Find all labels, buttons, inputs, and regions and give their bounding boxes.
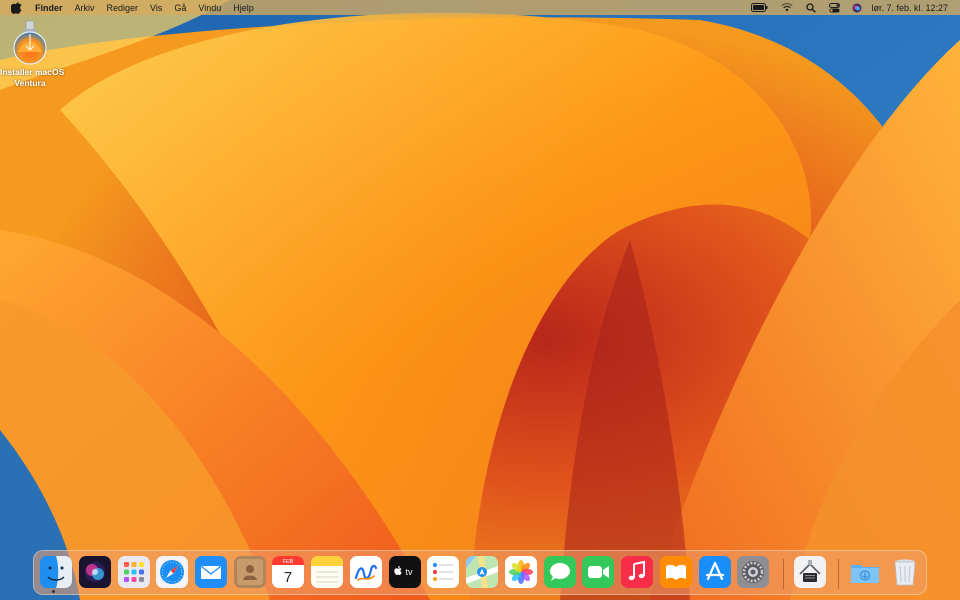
dock-launchpad-icon[interactable] xyxy=(118,556,150,588)
dock-siri-icon[interactable] xyxy=(79,556,111,588)
battery-icon[interactable] xyxy=(751,3,768,12)
control-center-icon[interactable] xyxy=(829,2,841,13)
dock: FEB 7 tv xyxy=(33,550,927,595)
desktop-wallpaper xyxy=(0,0,960,600)
dock-freeform-icon[interactable] xyxy=(350,556,382,588)
dock-notes-icon[interactable] xyxy=(311,556,343,588)
dock-mail-icon[interactable] xyxy=(195,556,227,588)
menu-ga[interactable]: Gå xyxy=(174,3,186,13)
desktop-item-installer[interactable]: Installer macOS Ventura xyxy=(0,20,65,89)
dock-contacts-icon[interactable] xyxy=(234,556,266,588)
menu-vis[interactable]: Vis xyxy=(150,3,162,13)
menu-hjelp[interactable]: Hjelp xyxy=(233,3,254,13)
dock-finder-icon[interactable] xyxy=(40,556,72,588)
installer-label: Installer macOS Ventura xyxy=(0,67,65,88)
status-area: lør. 7. feb. kl. 12:27 xyxy=(740,0,948,15)
calendar-day-label: 7 xyxy=(284,569,292,586)
installer-app-icon xyxy=(12,20,48,66)
dock-photos-icon[interactable] xyxy=(505,556,537,588)
finder-running-indicator xyxy=(52,590,55,593)
dock-appstore-icon[interactable] xyxy=(699,556,731,588)
dock-downloads-folder-icon[interactable] xyxy=(849,556,881,588)
dock-appletv-icon[interactable]: tv xyxy=(389,556,421,588)
dock-reminders-icon[interactable] xyxy=(427,556,459,588)
dock-system-settings-icon[interactable] xyxy=(737,556,769,588)
dock-safari-icon[interactable] xyxy=(156,556,188,588)
dock-calendar-icon[interactable]: FEB 7 xyxy=(272,556,304,588)
apple-menu-icon[interactable] xyxy=(11,1,23,14)
menu-arkiv[interactable]: Arkiv xyxy=(75,3,95,13)
menu-finder[interactable]: Finder xyxy=(35,3,63,13)
calendar-month-label: FEB xyxy=(283,559,294,565)
dock-installer-icon[interactable] xyxy=(794,556,826,588)
wifi-icon[interactable] xyxy=(781,3,794,12)
dock-divider-2 xyxy=(838,559,839,589)
appletv-label: tv xyxy=(405,567,413,577)
siri-icon[interactable] xyxy=(852,3,862,13)
dock-messages-icon[interactable] xyxy=(544,556,576,588)
menu-clock[interactable]: lør. 7. feb. kl. 12:27 xyxy=(871,3,948,13)
spotlight-search-icon[interactable] xyxy=(806,2,817,13)
dock-maps-icon[interactable] xyxy=(466,556,498,588)
dock-divider xyxy=(783,559,784,589)
dock-books-icon[interactable] xyxy=(660,556,692,588)
dock-music-icon[interactable] xyxy=(621,556,653,588)
menu-bar: Finder Arkiv Rediger Vis Gå Vindu Hjelp … xyxy=(0,0,960,15)
dock-facetime-icon[interactable] xyxy=(582,556,614,588)
menu-vindu[interactable]: Vindu xyxy=(198,3,221,13)
dock-trash-icon[interactable] xyxy=(889,556,921,588)
menu-rediger[interactable]: Rediger xyxy=(107,3,139,13)
